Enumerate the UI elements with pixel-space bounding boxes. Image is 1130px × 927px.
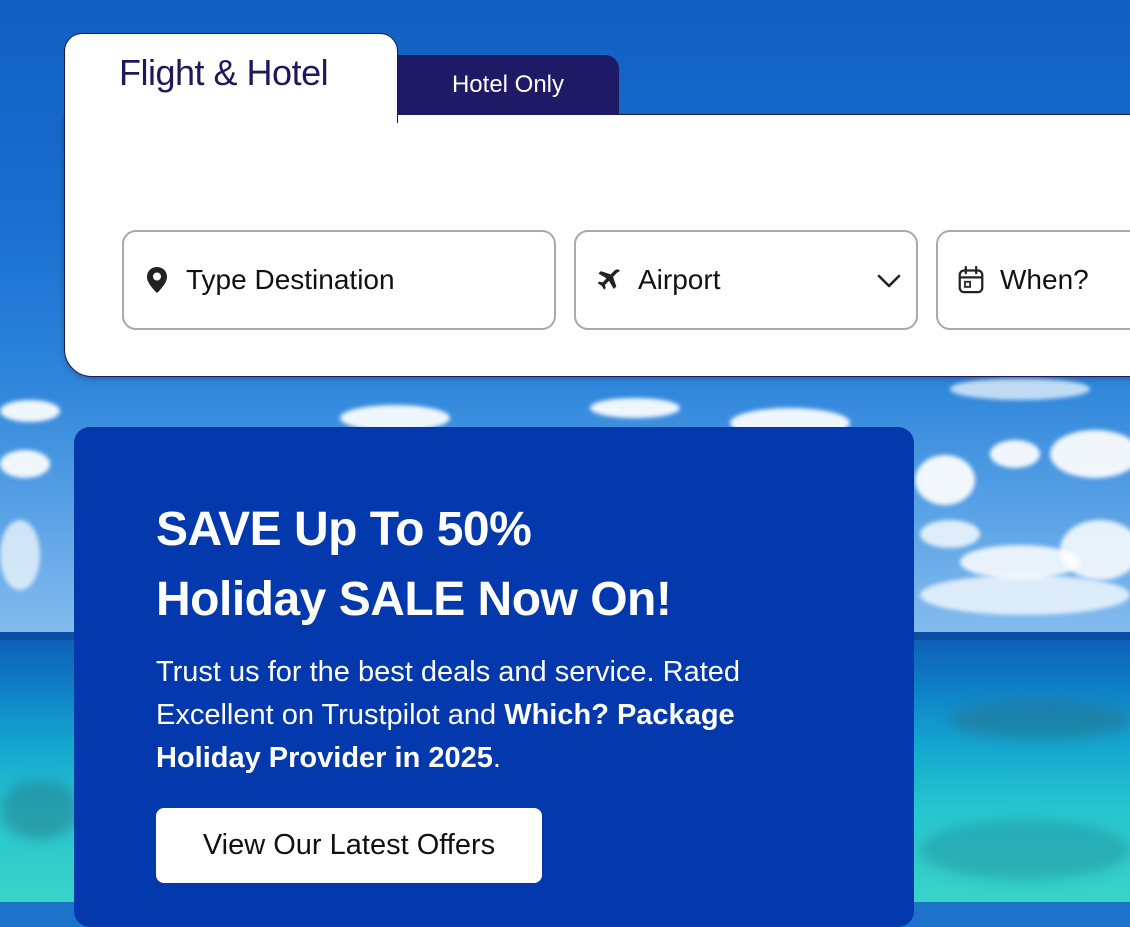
- airport-placeholder: Airport: [638, 264, 721, 295]
- cloud: [590, 398, 680, 418]
- plane-icon: [596, 265, 622, 295]
- promo-headline-line1: SAVE Up To 50%: [156, 503, 532, 556]
- promo-headline-line2: Holiday SALE Now On!: [156, 573, 672, 626]
- tab-flight-hotel[interactable]: Flight & Hotel: [64, 33, 398, 123]
- reef: [950, 700, 1130, 740]
- cloud: [1060, 520, 1130, 580]
- cloud: [920, 575, 1130, 615]
- tab-flight-hotel-label: Flight & Hotel: [119, 52, 329, 93]
- cloud: [950, 378, 1090, 400]
- view-offers-button[interactable]: View Our Latest Offers: [156, 808, 542, 883]
- calendar-icon: [958, 265, 984, 295]
- cloud: [0, 450, 50, 478]
- cloud: [1050, 430, 1130, 478]
- cloud: [0, 400, 60, 422]
- destination-field[interactable]: Type Destination: [122, 230, 556, 330]
- cloud: [0, 520, 40, 590]
- map-pin-icon: [144, 265, 170, 295]
- destination-placeholder: Type Destination: [186, 264, 395, 295]
- reef: [0, 780, 80, 840]
- chevron-down-icon: [876, 268, 902, 294]
- promo-card: SAVE Up To 50% Holiday SALE Now On! Trus…: [74, 427, 914, 927]
- cloud: [920, 520, 980, 548]
- promo-headline: SAVE Up To 50% Holiday SALE Now On!: [156, 495, 856, 635]
- airport-select[interactable]: Airport: [574, 230, 918, 330]
- reef: [920, 820, 1130, 880]
- cloud: [990, 440, 1040, 468]
- promo-body-end: .: [492, 742, 501, 774]
- date-picker-field[interactable]: When?: [936, 230, 1130, 330]
- promo-body: Trust us for the best deals and service.…: [156, 651, 806, 780]
- tab-hotel-only[interactable]: Hotel Only: [397, 55, 619, 115]
- when-placeholder: When?: [1000, 264, 1089, 295]
- cloud: [915, 455, 975, 505]
